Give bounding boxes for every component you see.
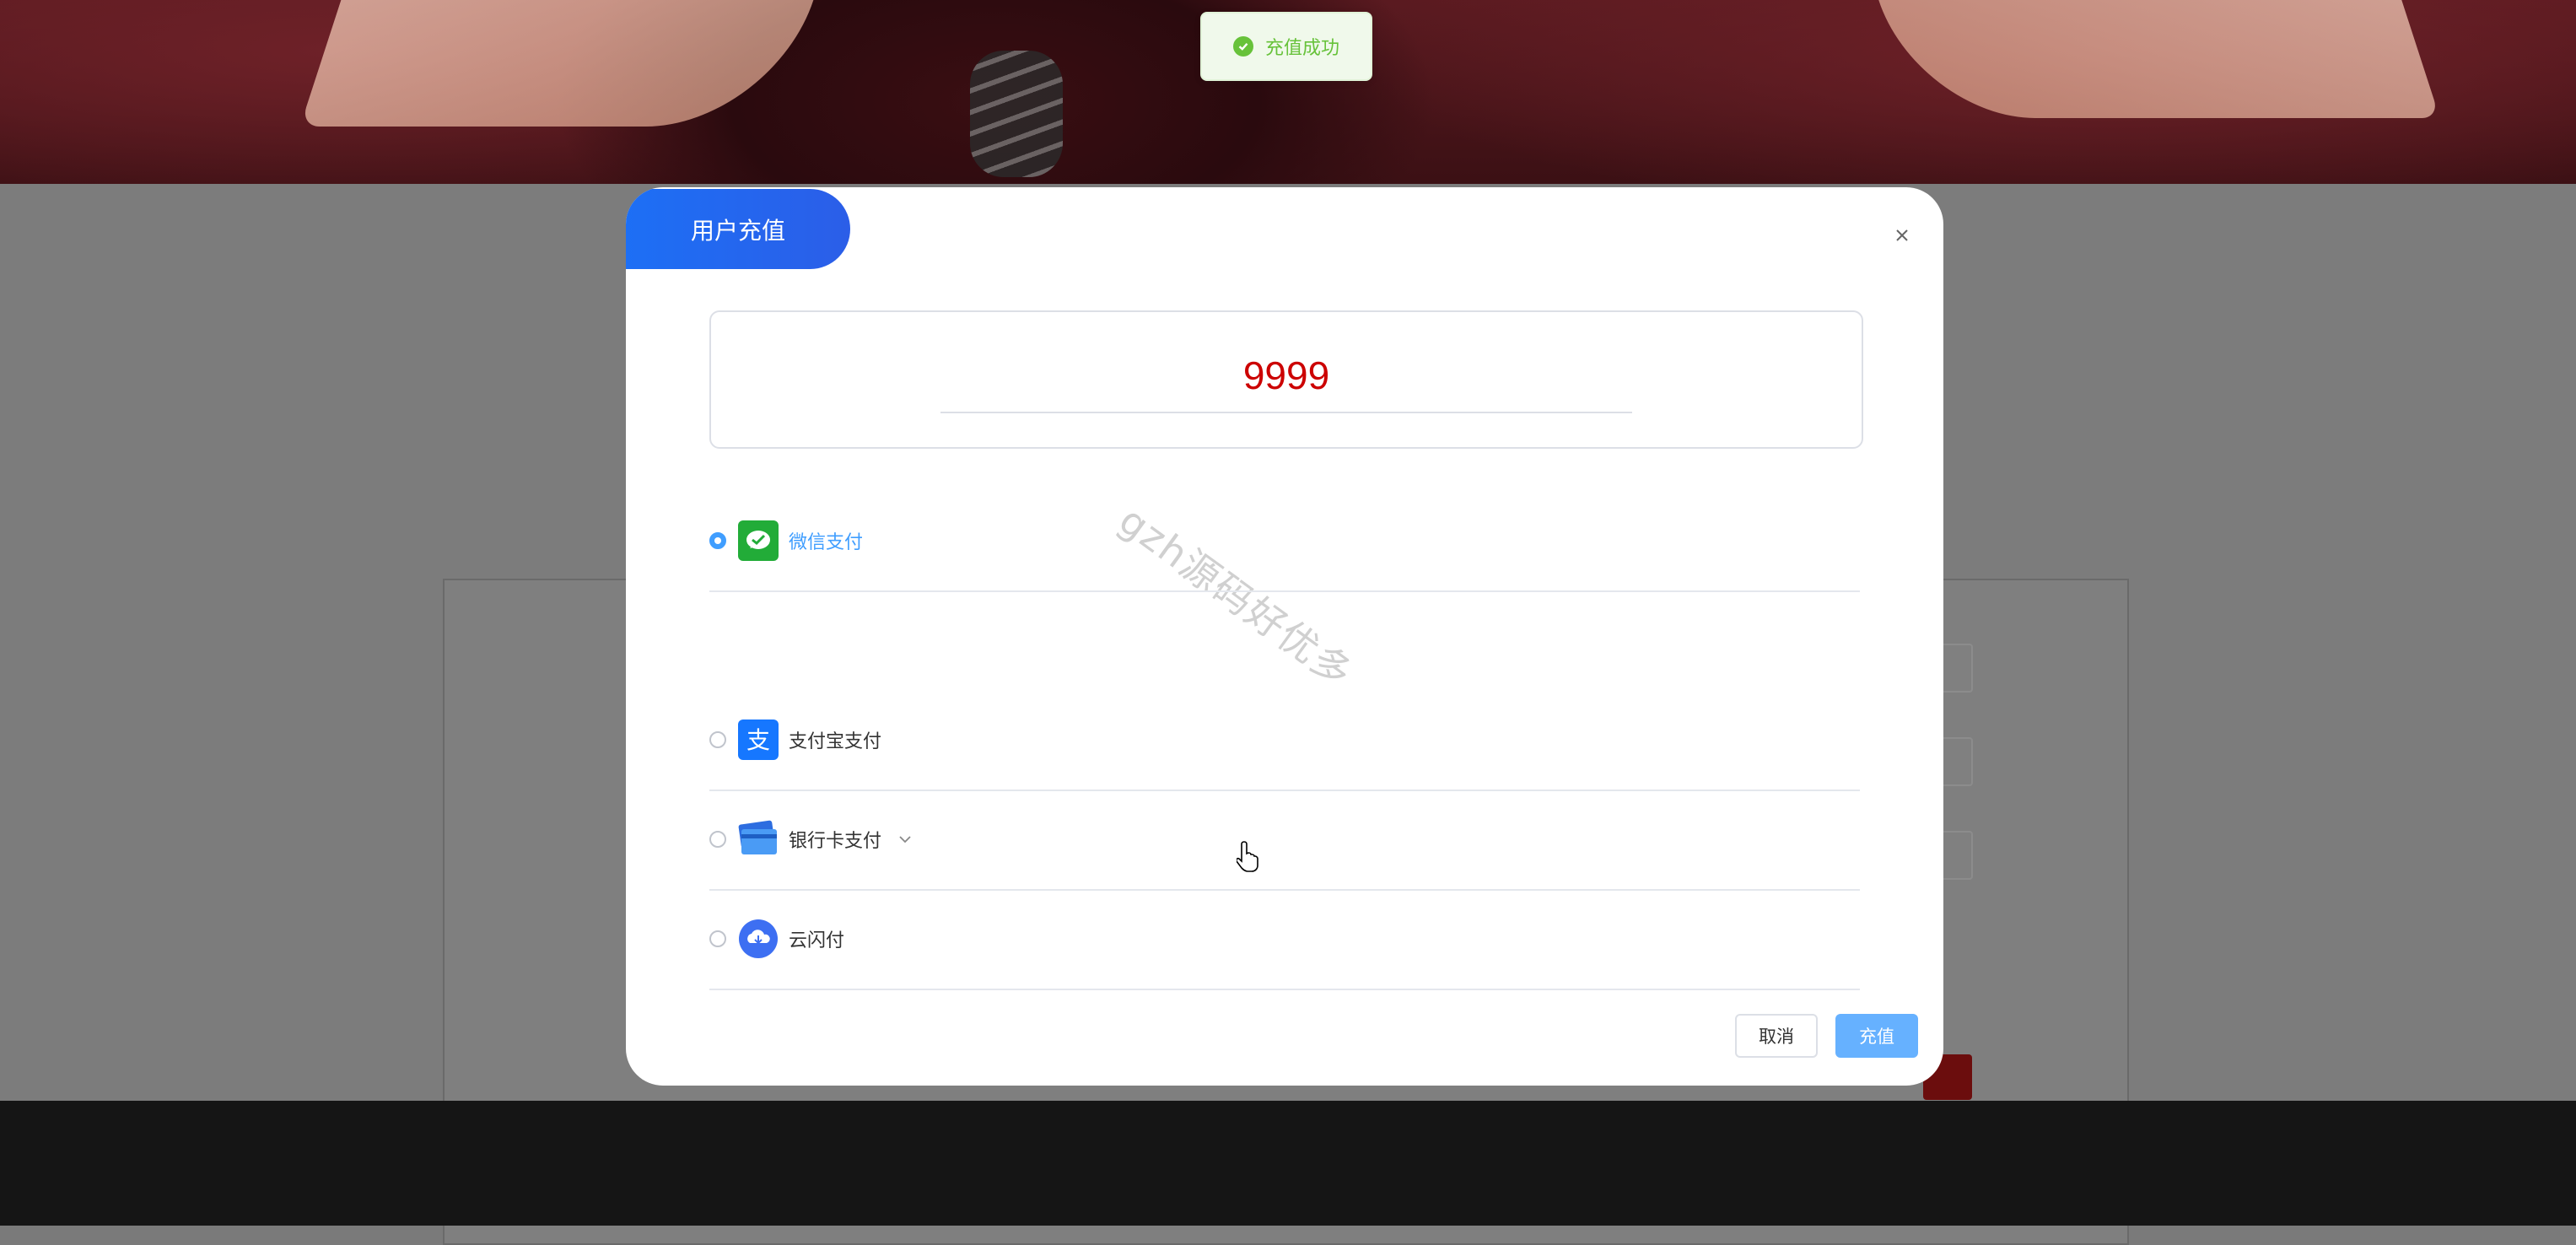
payment-label: 银行卡支付 xyxy=(789,831,882,852)
payment-label: 微信支付 xyxy=(789,532,864,553)
alipay-icon: 支 xyxy=(738,720,779,760)
bank-card-icon xyxy=(738,819,779,860)
toast-message: 充值成功 xyxy=(1264,38,1339,59)
payment-label: 云闪付 xyxy=(789,930,845,951)
payment-option-alipay[interactable]: 支 支付宝支付 xyxy=(709,690,1860,791)
payment-option-cloud-pay[interactable]: 云闪付 xyxy=(709,889,1860,990)
unionpay-cloud-icon xyxy=(738,919,779,959)
hero-decor-beads xyxy=(970,51,1063,177)
radio-bank-card[interactable] xyxy=(709,831,726,848)
radio-wechat[interactable] xyxy=(709,532,726,549)
cancel-button[interactable]: 取消 xyxy=(1735,1014,1818,1058)
dialog-title-tab: 用户充值 xyxy=(626,189,850,269)
hand-cursor-icon xyxy=(1237,841,1258,872)
payment-option-bank-card[interactable]: 银行卡支付 xyxy=(709,790,1860,891)
check-circle-icon xyxy=(1232,36,1253,57)
success-toast: 充值成功 xyxy=(1200,12,1372,81)
radio-cloud-pay[interactable] xyxy=(709,930,726,947)
amount-underline xyxy=(940,412,1632,413)
close-icon xyxy=(1896,229,1908,241)
hero-decor-left xyxy=(299,0,814,127)
chevron-down-icon[interactable] xyxy=(897,831,913,848)
dialog-title: 用户充值 xyxy=(690,216,785,245)
payment-label: 支付宝支付 xyxy=(789,731,882,752)
recharge-button[interactable]: 充值 xyxy=(1835,1014,1918,1058)
amount-value: 9999 xyxy=(1242,353,1330,397)
radio-alipay[interactable] xyxy=(709,731,726,748)
close-button[interactable] xyxy=(1889,223,1915,248)
page-footer xyxy=(0,1101,2576,1226)
amount-field[interactable]: 9999 xyxy=(709,310,1863,449)
svg-text:支: 支 xyxy=(746,726,770,754)
wechat-pay-icon xyxy=(738,520,779,561)
hero-decor-right xyxy=(1878,0,2440,118)
recharge-dialog: 用户充值 9999 gzh源码好优多 微信支付 支 支付宝支付 银行卡支付 云闪… xyxy=(626,187,1943,1086)
payment-option-wechat[interactable]: 微信支付 xyxy=(709,491,1860,592)
